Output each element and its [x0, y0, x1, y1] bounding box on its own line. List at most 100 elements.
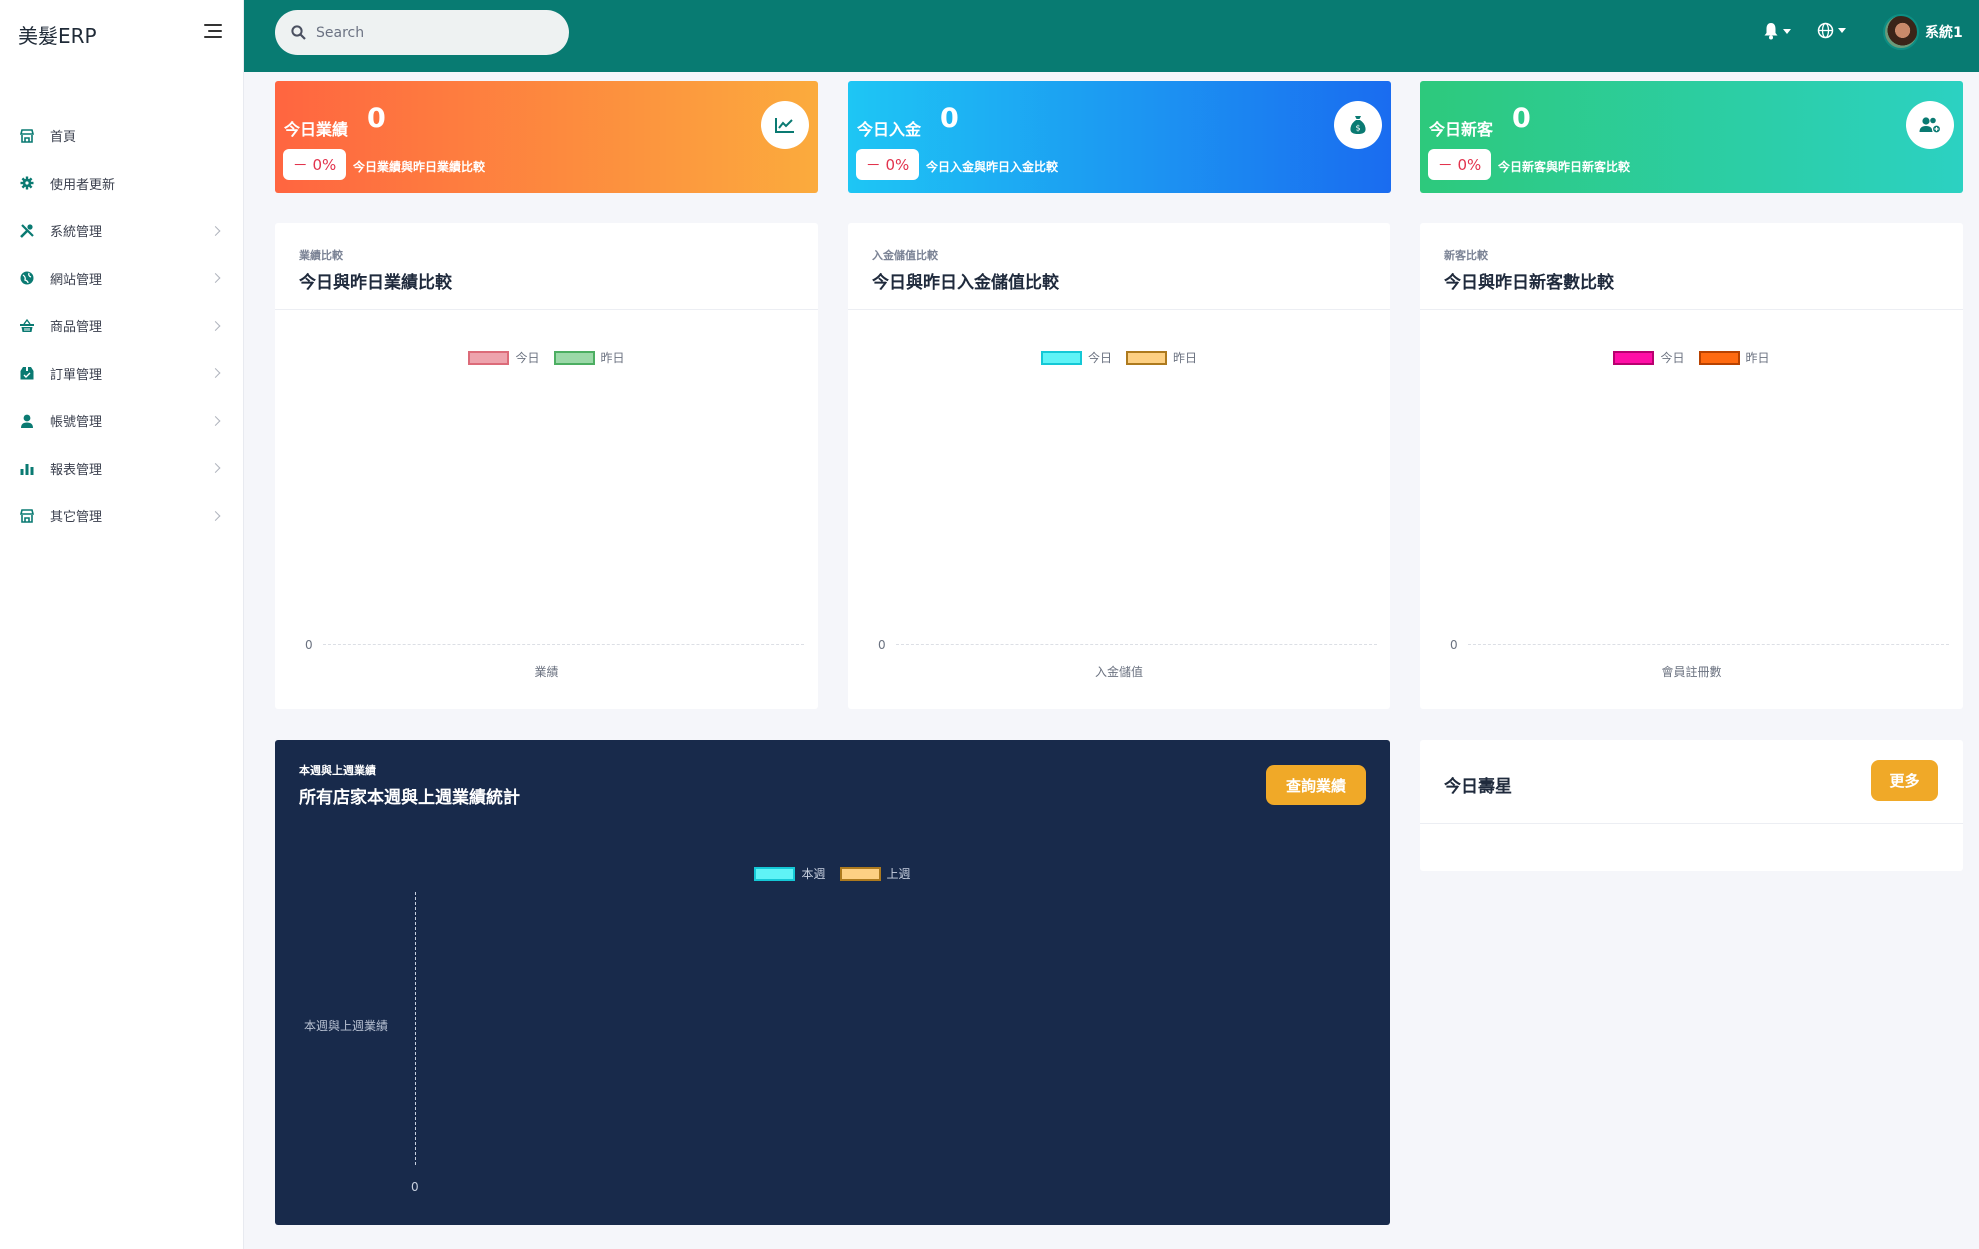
chevron-right-icon: [210, 368, 221, 379]
sidebar-item-products[interactable]: 商品管理: [0, 302, 243, 350]
chart-baseline: [1468, 644, 1949, 645]
more-button[interactable]: 更多: [1871, 760, 1938, 801]
stat-description: 今日入金與昨日入金比較: [926, 160, 1059, 174]
panel-title: 今日壽星: [1444, 777, 1512, 797]
stat-value: 0: [940, 103, 959, 134]
sidebar-item-reports[interactable]: 報表管理: [0, 445, 243, 493]
legend-item-this-week[interactable]: 本週: [754, 865, 826, 882]
chevron-right-icon: [210, 415, 221, 426]
store-icon: [18, 127, 36, 145]
status-badge: － 0%: [1428, 149, 1491, 180]
sidebar-item-orders[interactable]: 訂單管理: [0, 350, 243, 398]
sidebar-item-accounts[interactable]: 帳號管理: [0, 397, 243, 445]
sidebar-item-label: 商品管理: [50, 320, 103, 336]
stat-description: 今日新客與昨日新客比較: [1498, 160, 1631, 174]
x-axis-label: 會員註冊數: [1661, 665, 1722, 679]
status-badge: － 0%: [283, 149, 346, 180]
user-name: 系統1: [1925, 25, 1963, 41]
stat-value: 0: [1512, 103, 1531, 134]
box-icon: [18, 364, 36, 382]
search-input[interactable]: [316, 24, 536, 41]
chart-baseline: [323, 644, 804, 645]
chart-baseline: [896, 644, 1377, 645]
panel-header: 今日壽星 更多: [1420, 740, 1963, 824]
trend-chart-icon[interactable]: [761, 101, 809, 149]
search-icon: [291, 25, 306, 40]
stat-title: 今日新客: [1429, 120, 1494, 139]
sidebar-item-system[interactable]: 系統管理: [0, 207, 243, 255]
status-badge: － 0%: [856, 149, 919, 180]
panel-kicker: 本週與上週業績: [299, 764, 376, 777]
sidebar-nav: 首頁 使用者更新 系統管理 網站管理 商品管理 訂單管理 帳號管理 報表管理 其…: [0, 112, 243, 540]
sidebar-item-website[interactable]: 網站管理: [0, 255, 243, 303]
chevron-right-icon: [210, 463, 221, 474]
panel-title: 今日與昨日入金儲值比較: [872, 273, 1059, 293]
bar-chart-icon: [18, 459, 36, 477]
stat-card-sales: 今日業績 0 － 0% 今日業績與昨日業績比較: [275, 81, 818, 193]
chart-legend: 本週 上週: [275, 865, 1390, 882]
sidebar-item-label: 帳號管理: [50, 415, 103, 431]
legend-item-today[interactable]: 今日: [468, 349, 540, 366]
legend-item-yesterday[interactable]: 昨日: [1126, 349, 1197, 366]
legend-item-today[interactable]: 今日: [1040, 349, 1112, 366]
stat-card-deposit: 今日入金 0 － 0% 今日入金與昨日入金比較 $: [848, 81, 1391, 193]
x-axis-tick: 0: [411, 1180, 419, 1194]
chevron-down-icon: [1783, 28, 1791, 34]
panel-header: 入金儲值比較 今日與昨日入金儲值比較: [848, 223, 1390, 310]
panel-kicker: 新客比較: [1444, 249, 1488, 262]
x-axis-label: 業績: [534, 665, 559, 679]
user-menu[interactable]: 系統1: [1883, 14, 1963, 50]
tools-icon: [18, 222, 36, 240]
new-customer-compare-panel: 新客比較 今日與昨日新客數比較 今日 昨日 0 會員註冊數: [1420, 223, 1963, 709]
sidebar-item-label: 系統管理: [50, 225, 103, 241]
gear-icon: [18, 174, 36, 192]
x-axis-label: 入金儲值: [1094, 665, 1143, 679]
legend-item-last-week[interactable]: 上週: [839, 865, 911, 882]
legend-item-today[interactable]: 今日: [1613, 349, 1685, 366]
chevron-right-icon: [210, 320, 221, 331]
user-icon: [18, 412, 36, 430]
sidebar-item-label: 訂單管理: [50, 367, 103, 383]
panel-header: 新客比較 今日與昨日新客數比較: [1420, 223, 1963, 310]
sidebar: 美髮ERP 首頁 使用者更新 系統管理 網站管理 商品管理 訂單管理 帳號管理 …: [0, 0, 244, 1249]
panel-kicker: 業績比較: [299, 249, 343, 262]
language-button[interactable]: [1817, 22, 1846, 39]
basket-icon: [18, 317, 36, 335]
y-axis-tick: 0: [1450, 638, 1458, 652]
money-bag-icon[interactable]: $: [1334, 101, 1382, 149]
birthday-panel: 今日壽星 更多: [1420, 740, 1963, 871]
chevron-down-icon: [1838, 28, 1846, 33]
sidebar-item-home[interactable]: 首頁: [0, 112, 243, 160]
chevron-right-icon: [210, 273, 221, 284]
weekly-sales-panel: 本週與上週業績 所有店家本週與上週業績統計 查詢業績 本週 上週 本週與上週業績…: [275, 740, 1390, 1225]
search-box[interactable]: [275, 10, 569, 55]
legend-item-yesterday[interactable]: 昨日: [553, 349, 625, 366]
avatar[interactable]: [1883, 14, 1919, 50]
y-axis-tick: 0: [878, 638, 886, 652]
panel-title: 所有店家本週與上週業績統計: [299, 788, 520, 808]
bell-icon: [1764, 23, 1778, 40]
chart-legend: 今日 昨日: [275, 349, 818, 366]
chevron-right-icon: [210, 510, 221, 521]
query-sales-button[interactable]: 查詢業績: [1266, 765, 1366, 805]
chart-legend: 今日 昨日: [1420, 349, 1963, 366]
panel-kicker: 入金儲值比較: [872, 249, 938, 262]
sidebar-item-user-update[interactable]: 使用者更新: [0, 160, 243, 208]
sales-compare-panel: 業績比較 今日與昨日業績比較 今日 昨日 0 業績: [275, 223, 818, 709]
menu-toggle-icon[interactable]: [200, 22, 224, 40]
globe-icon: [18, 269, 36, 287]
sidebar-item-label: 其它管理: [50, 510, 103, 526]
panel-header: 業績比較 今日與昨日業績比較: [275, 223, 818, 310]
user-plus-icon[interactable]: [1906, 101, 1954, 149]
sidebar-item-label: 首頁: [50, 130, 77, 146]
brand-logo[interactable]: 美髮ERP: [18, 20, 97, 49]
stat-title: 今日入金: [857, 120, 922, 139]
y-axis-label: 本週與上週業績: [304, 1019, 389, 1033]
shop-icon: [18, 507, 36, 525]
chart-axis-line: [415, 892, 416, 1165]
notification-bell-button[interactable]: [1763, 22, 1791, 40]
legend-item-yesterday[interactable]: 昨日: [1698, 349, 1770, 366]
chevron-right-icon: [210, 225, 221, 236]
sidebar-item-other[interactable]: 其它管理: [0, 492, 243, 540]
panel-title: 今日與昨日新客數比較: [1444, 273, 1614, 293]
